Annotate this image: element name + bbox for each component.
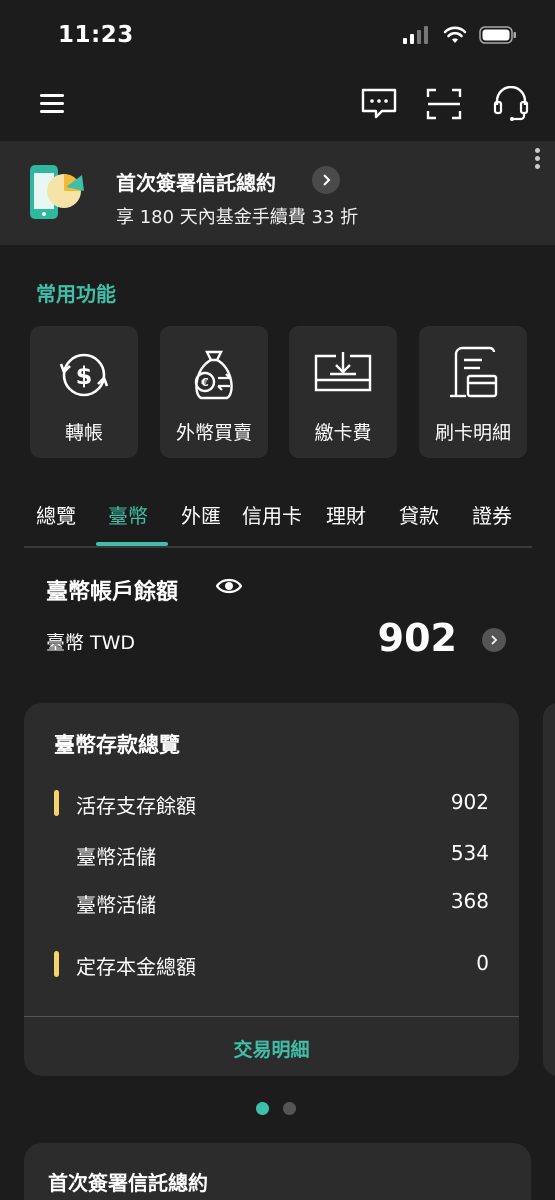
wifi-icon [443,26,467,43]
trust-card-title: 首次簽署信託總約 [48,1171,208,1195]
quick-action-label: 外幣買賣 [175,422,252,444]
svg-text:$: $ [76,362,93,390]
scan-icon[interactable] [425,86,463,122]
deposit-row: 臺幣活儲 368 [54,887,489,917]
card-statement-icon [450,346,498,398]
pager-dot[interactable] [283,1102,296,1115]
eye-icon[interactable] [216,576,242,596]
customer-service-headset-icon[interactable] [492,86,530,122]
more-options-icon[interactable] [535,148,541,172]
card-title: 臺幣存款總覽 [54,733,180,757]
cellular-signal-icon [403,26,428,44]
menu-icon[interactable] [40,94,64,114]
tab-overview[interactable]: 總覽 [36,500,76,536]
battery-icon [479,26,516,44]
promo-title: 首次簽署信託總約 [116,171,276,195]
tab-twd[interactable]: 臺幣 [108,500,148,536]
pager-dot-active[interactable] [256,1102,269,1115]
app-header [0,72,555,140]
promo-banner[interactable]: 首次簽署信託總約 享 180 天內基金手續費 33 折 [0,141,555,245]
active-tab-indicator [96,542,168,546]
tab-loan[interactable]: 貸款 [399,500,439,536]
trust-card[interactable]: 首次簽署信託總約 [24,1143,531,1200]
card-payment-tray-icon [314,352,372,392]
deposit-row: 定存本金總額 0 [54,949,489,979]
promo-subtitle: 享 180 天內基金手續費 33 折 [116,207,359,228]
quick-actions: $ 轉帳 € 外幣買賣 繳卡費 刷卡明細 [30,326,530,458]
account-tabs: 總覽 臺幣 外匯 信用卡 理財 貸款 證券 [24,500,532,548]
tab-credit-card[interactable]: 信用卡 [242,500,302,536]
row-value: 902 [450,790,489,814]
deposit-row: 活存支存餘額 902 [54,788,489,818]
row-label: 活存支存餘額 [76,794,196,818]
carousel-pager [256,1102,296,1115]
status-time: 11:23 [58,22,134,48]
common-functions-title: 常用功能 [36,282,116,306]
quick-action-forex[interactable]: € 外幣買賣 [160,326,268,458]
foreign-exchange-bag-icon: € [194,350,233,400]
transaction-details-link[interactable]: 交易明細 [24,1035,519,1062]
row-value: 534 [450,841,489,865]
transfer-dollar-icon: $ [59,353,109,397]
highlight-bar [54,951,59,977]
quick-action-transfer[interactable]: $ 轉帳 [30,326,138,458]
status-icons [403,26,517,44]
row-label: 臺幣活儲 [76,845,156,869]
balance-chevron-right-icon[interactable] [482,628,506,652]
status-bar: 11:23 [0,0,555,72]
next-card-peek[interactable] [543,703,555,1076]
row-value: 0 [476,951,489,975]
tab-forex[interactable]: 外匯 [181,500,221,536]
quick-action-card-statement[interactable]: 刷卡明細 [419,326,527,458]
phone-chart-illustration-icon [30,165,84,219]
balance-amount: 902 [377,616,457,660]
row-label: 定存本金總額 [76,955,196,979]
quick-action-label: 繳卡費 [314,422,372,444]
quick-action-pay-card[interactable]: 繳卡費 [289,326,397,458]
deposit-row: 臺幣活儲 534 [54,839,489,869]
balance-title: 臺幣帳戶餘額 [46,580,179,605]
row-value: 368 [450,889,489,913]
row-label: 臺幣活儲 [76,893,156,917]
message-icon[interactable] [360,86,398,122]
quick-action-label: 刷卡明細 [434,422,511,444]
deposit-overview-card: 臺幣存款總覽 活存支存餘額 902 臺幣活儲 534 臺幣活儲 368 定存本金… [24,703,519,1076]
quick-action-label: 轉帳 [64,422,103,444]
tab-wealth[interactable]: 理財 [326,500,366,536]
tab-securities[interactable]: 證券 [472,500,512,536]
svg-text:€: € [200,376,209,389]
balance-currency: 臺幣 TWD [46,632,136,654]
promo-chevron-right-icon[interactable] [312,166,340,194]
divider [24,1016,519,1017]
highlight-bar [54,790,59,816]
